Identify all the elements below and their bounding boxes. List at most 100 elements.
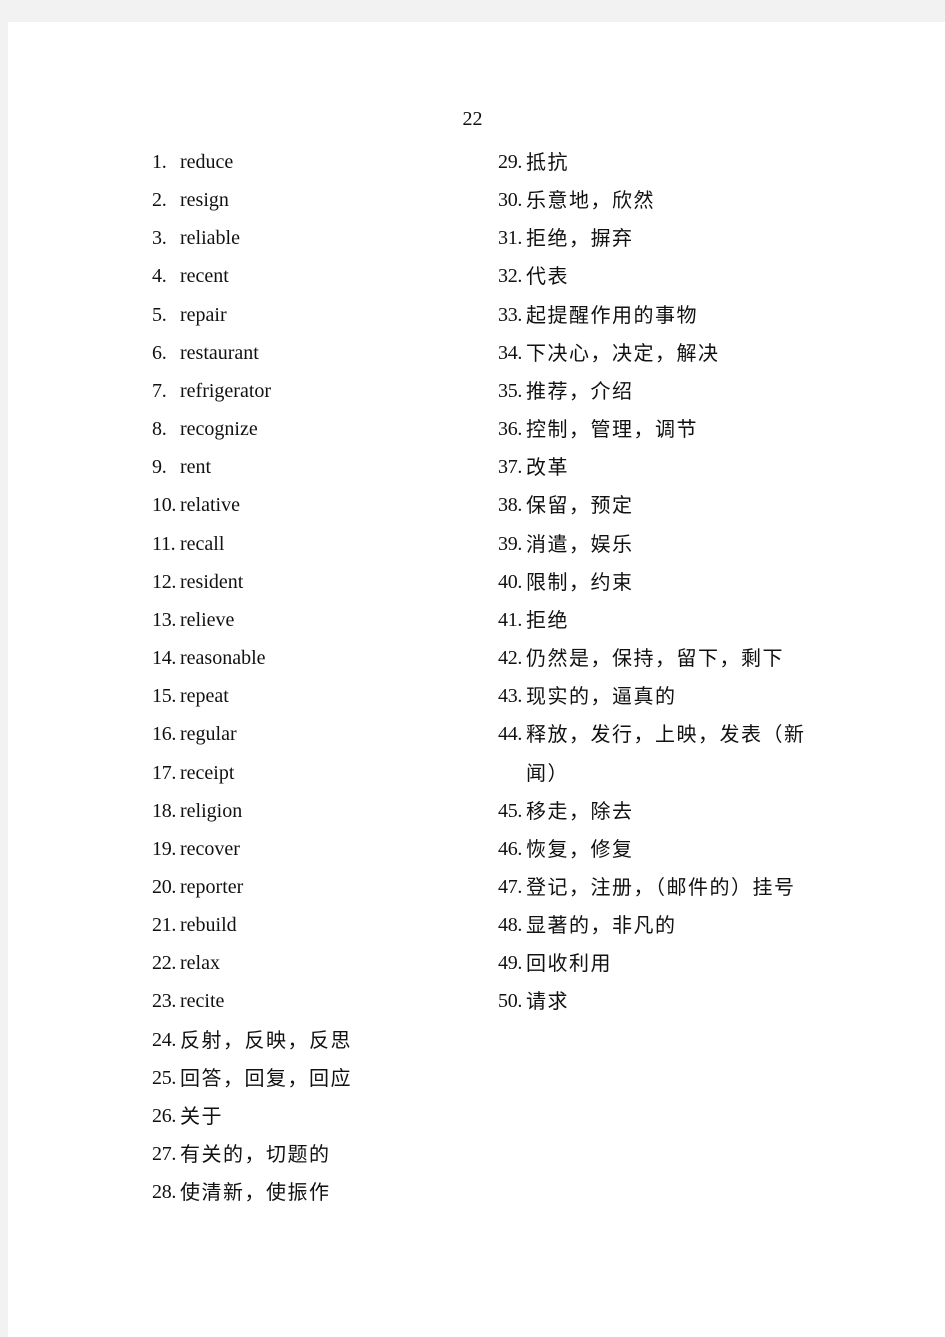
- item-text: refrigerator: [180, 379, 272, 402]
- item-text: rebuild: [180, 914, 237, 937]
- item-text: religion: [180, 799, 243, 822]
- item-text: regular: [180, 723, 237, 746]
- item-text: 下决心，决定，解决: [526, 340, 720, 365]
- list-item: 2. resign: [152, 181, 472, 219]
- item-number: 18.: [152, 799, 177, 822]
- item-number: 41.: [498, 608, 523, 631]
- item-number: 47.: [498, 875, 523, 898]
- item-number: 19.: [152, 837, 177, 860]
- item-text: relative: [180, 494, 240, 517]
- item-text: 登记，注册，（邮件的）挂号: [526, 874, 796, 899]
- item-text: recall: [180, 532, 225, 555]
- item-number: 33.: [498, 303, 523, 326]
- item-text: 使清新，使振作: [180, 1180, 331, 1205]
- item-number: 12.: [152, 570, 177, 593]
- item-text: 释放，发行，上映，发表（新闻）: [526, 722, 806, 785]
- item-number: 45.: [498, 799, 523, 822]
- list-item: 5. repair: [152, 296, 472, 334]
- list-item: 21. rebuild: [152, 906, 472, 944]
- item-text: 起提醒作用的事物: [526, 302, 698, 327]
- item-text: 恢复，修复: [526, 836, 634, 861]
- item-number: 25.: [152, 1066, 177, 1089]
- list-item: 25. 回答，回复，回应: [152, 1059, 472, 1097]
- item-text: 拒绝: [526, 607, 569, 632]
- item-number: 30.: [498, 189, 523, 212]
- item-number: 15.: [152, 685, 177, 708]
- item-number: 7.: [152, 379, 167, 402]
- item-text: 控制，管理，调节: [526, 417, 698, 442]
- list-item: 27. 有关的，切题的: [152, 1135, 472, 1173]
- item-number: 32.: [498, 265, 523, 288]
- list-item: 45. 移走，除去: [498, 792, 818, 830]
- list-item: 35. 推荐，介绍: [498, 372, 818, 410]
- list-item: 4. recent: [152, 257, 472, 295]
- item-number: 49.: [498, 952, 523, 975]
- item-number: 44.: [498, 723, 523, 746]
- item-number: 24.: [152, 1028, 177, 1051]
- item-text: 抵抗: [526, 150, 569, 174]
- list-item: 42. 仍然是，保持，留下，剩下: [498, 639, 818, 677]
- item-text: reporter: [180, 875, 244, 898]
- list-item: 16. regular: [152, 715, 472, 753]
- item-text: 现实的，逼真的: [526, 684, 677, 709]
- item-number: 5.: [152, 303, 167, 326]
- page-number: 22: [462, 108, 483, 130]
- list-item: 10. relative: [152, 486, 472, 524]
- item-number: 16.: [152, 723, 177, 746]
- list-item: 18. religion: [152, 792, 472, 830]
- item-number: 27.: [152, 1143, 177, 1166]
- item-number: 6.: [152, 341, 167, 364]
- item-text: 代表: [526, 264, 569, 289]
- list-item: 43. 现实的，逼真的: [498, 677, 818, 715]
- list-item: 47. 登记，注册，（邮件的）挂号: [498, 868, 818, 906]
- list-item: 30. 乐意地，欣然: [498, 181, 818, 219]
- list-item: 19. recover: [152, 830, 472, 868]
- item-number: 11.: [152, 532, 176, 555]
- list-item: 29. 抵抗: [498, 143, 818, 181]
- item-text: repeat: [180, 685, 229, 708]
- list-item: 24. 反射，反映，反思: [152, 1021, 472, 1059]
- list-item: 17. receipt: [152, 754, 472, 792]
- list-item: 20. reporter: [152, 868, 472, 906]
- list-item: 22. relax: [152, 944, 472, 982]
- item-text: 仍然是，保持，留下，剩下: [526, 646, 784, 671]
- item-text: relieve: [180, 608, 235, 631]
- item-text: receipt: [180, 761, 235, 784]
- list-item: 28. 使清新，使振作: [152, 1173, 472, 1211]
- item-text: recent: [180, 265, 229, 288]
- item-text: 保留，预定: [526, 493, 634, 518]
- list-item: 23. recite: [152, 982, 472, 1020]
- item-number: 40.: [498, 570, 523, 593]
- item-number: 34.: [498, 341, 523, 364]
- item-number: 36.: [498, 418, 523, 441]
- item-number: 46.: [498, 837, 523, 860]
- list-item: 36. 控制，管理，调节: [498, 410, 818, 448]
- list-item: 34. 下决心，决定，解决: [498, 334, 818, 372]
- item-text: 改革: [526, 455, 569, 480]
- item-number: 35.: [498, 379, 523, 402]
- list-item: 44. 释放，发行，上映，发表（新闻）: [498, 715, 818, 791]
- item-number: 37.: [498, 456, 523, 479]
- item-number: 13.: [152, 608, 177, 631]
- item-text: 回答，回复，回应: [180, 1065, 352, 1090]
- item-text: 限制，约束: [526, 569, 634, 594]
- item-number: 10.: [152, 494, 177, 517]
- item-number: 8.: [152, 418, 167, 441]
- vocabulary-list-left: 1. reduce 2. resign 3. reliable 4. recent 5.…: [152, 143, 472, 1211]
- list-item: 37. 改革: [498, 448, 818, 486]
- item-number: 17.: [152, 761, 177, 784]
- list-item: 6. restaurant: [152, 334, 472, 372]
- item-text: 关于: [180, 1103, 223, 1128]
- list-item: 33. 起提醒作用的事物: [498, 296, 818, 334]
- list-item: 8. recognize: [152, 410, 472, 448]
- item-text: reliable: [180, 227, 240, 250]
- item-text: rent: [180, 456, 212, 479]
- list-item: 13. relieve: [152, 601, 472, 639]
- item-number: 9.: [152, 456, 167, 479]
- item-number: 2.: [152, 189, 167, 212]
- list-item: 14. reasonable: [152, 639, 472, 677]
- item-number: 23.: [152, 990, 177, 1013]
- list-item: 48. 显著的，非凡的: [498, 906, 818, 944]
- item-text: reasonable: [180, 647, 266, 670]
- item-number: 1.: [152, 151, 167, 173]
